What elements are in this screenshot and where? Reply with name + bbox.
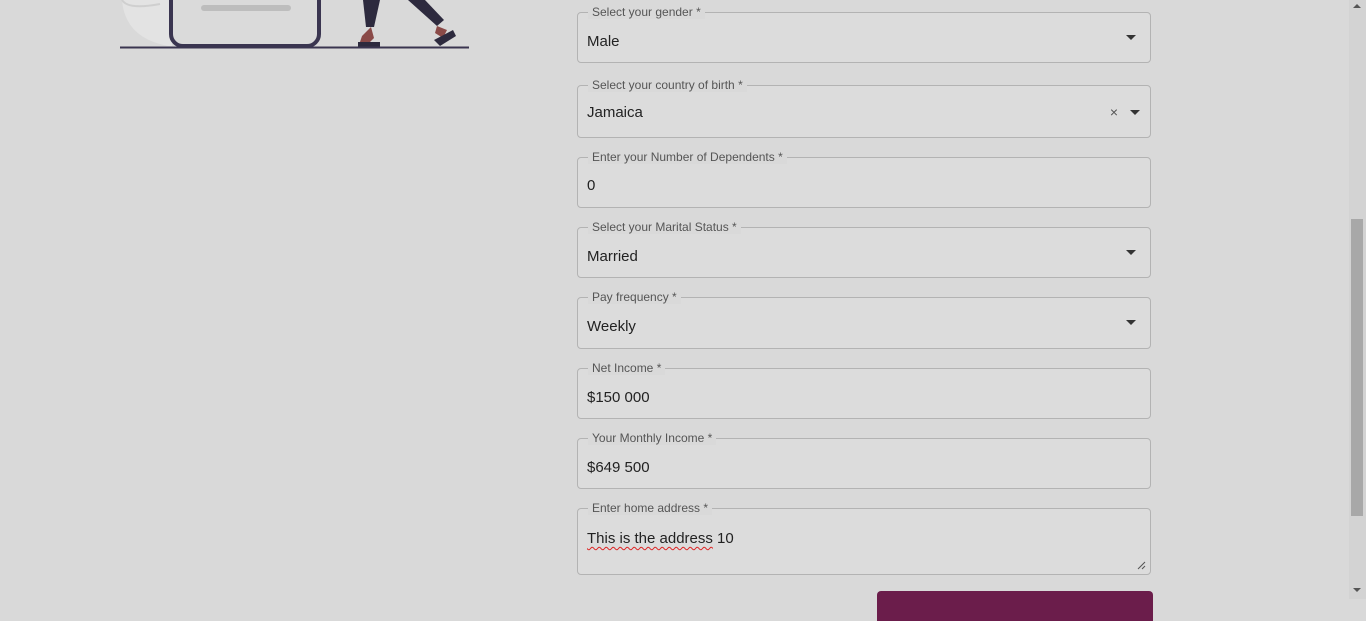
net-income-label: Net Income * bbox=[588, 361, 666, 375]
home-address-value: This is the address 10 bbox=[587, 530, 734, 547]
monthly-income-input[interactable]: Your Monthly Income * $649 500 bbox=[577, 431, 1151, 489]
clear-icon[interactable]: × bbox=[1110, 104, 1118, 120]
country-of-birth-value: Jamaica bbox=[587, 104, 643, 121]
scroll-down-arrow-icon[interactable] bbox=[1353, 588, 1361, 592]
spellcheck-marked-text: This is the address bbox=[587, 530, 713, 547]
marital-status-select[interactable]: Select your Marital Status * Married bbox=[577, 220, 1151, 278]
monthly-income-label: Your Monthly Income * bbox=[588, 431, 717, 445]
dependents-label: Enter your Number of Dependents * bbox=[588, 150, 787, 164]
dropdown-caret-icon[interactable] bbox=[1130, 110, 1140, 115]
scrollbar[interactable] bbox=[1349, 0, 1366, 599]
dependents-value: 0 bbox=[587, 177, 596, 194]
marital-status-value: Married bbox=[587, 248, 638, 265]
gender-value: Male bbox=[587, 33, 620, 50]
dropdown-caret-icon[interactable] bbox=[1126, 320, 1136, 325]
home-address-value-rest: 10 bbox=[712, 530, 734, 547]
pay-frequency-value: Weekly bbox=[587, 318, 636, 335]
resize-handle-icon[interactable] bbox=[1136, 560, 1146, 570]
net-income-input[interactable]: Net Income * $150 000 bbox=[577, 361, 1151, 419]
illustration bbox=[120, 0, 469, 49]
home-address-textarea[interactable]: Enter home address * This is the address… bbox=[577, 501, 1151, 575]
country-of-birth-select[interactable]: Select your country of birth * Jamaica × bbox=[577, 78, 1151, 138]
gender-label: Select your gender * bbox=[588, 5, 705, 19]
home-address-label: Enter home address * bbox=[588, 501, 713, 515]
monthly-income-value: $649 500 bbox=[587, 459, 650, 476]
pay-frequency-select[interactable]: Pay frequency * Weekly bbox=[577, 290, 1151, 349]
net-income-value: $150 000 bbox=[587, 389, 650, 406]
submit-button[interactable] bbox=[877, 591, 1153, 621]
dropdown-caret-icon[interactable] bbox=[1126, 250, 1136, 255]
dependents-input[interactable]: Enter your Number of Dependents * 0 bbox=[577, 150, 1151, 208]
scroll-thumb[interactable] bbox=[1351, 219, 1363, 516]
marital-status-label: Select your Marital Status * bbox=[588, 220, 741, 234]
pay-frequency-label: Pay frequency * bbox=[588, 290, 681, 304]
scroll-up-arrow-icon[interactable] bbox=[1353, 4, 1361, 8]
country-of-birth-label: Select your country of birth * bbox=[588, 78, 747, 92]
gender-select[interactable]: Select your gender * Male bbox=[577, 5, 1151, 63]
dropdown-caret-icon[interactable] bbox=[1126, 35, 1136, 40]
